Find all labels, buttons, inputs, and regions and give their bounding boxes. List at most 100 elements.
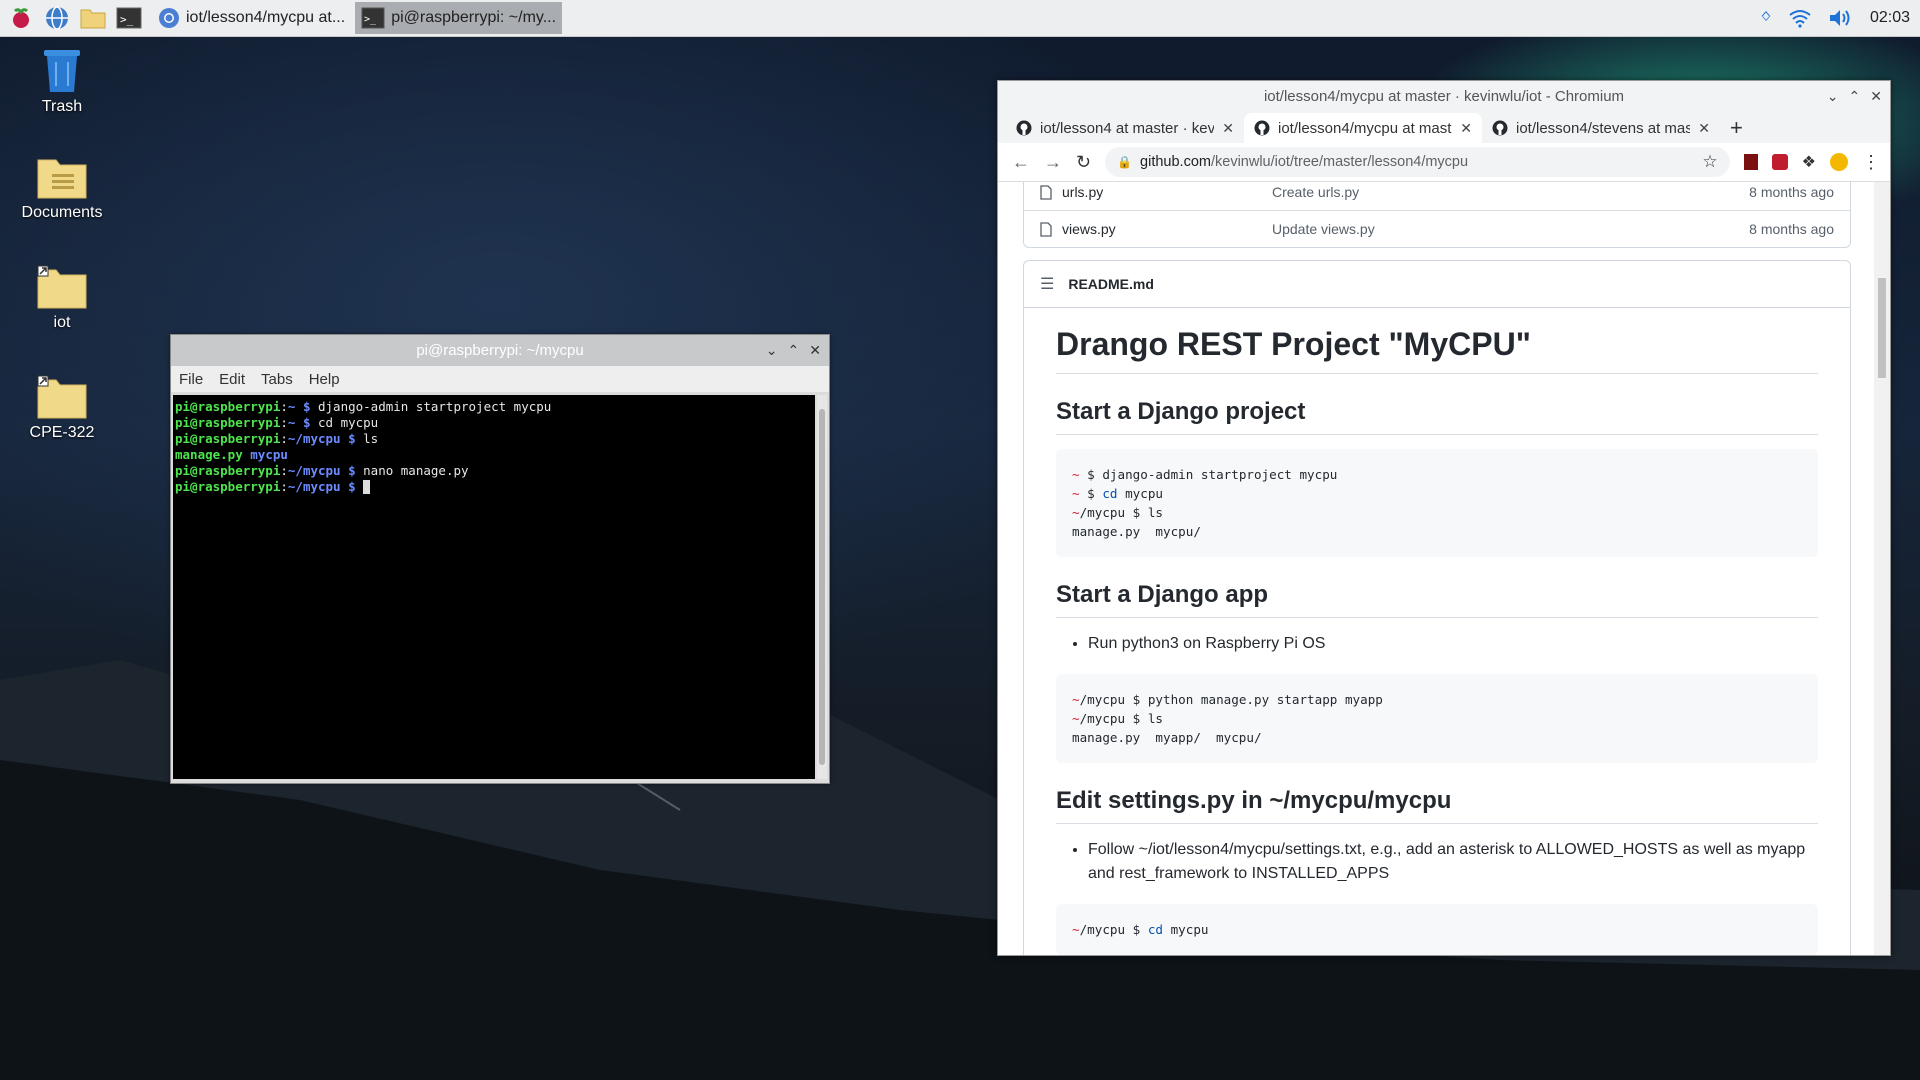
github-icon [1254, 120, 1270, 136]
text-cursor [363, 480, 371, 494]
tab-label: iot/lesson4 at master · kevinwlu/iot [1040, 119, 1215, 137]
taskbar-task-chromium[interactable]: iot/lesson4/mycpu at... [152, 2, 351, 34]
maximize-icon[interactable]: ⌃ [788, 342, 800, 359]
github-icon [1492, 120, 1508, 136]
desktop-icon-trash[interactable]: Trash [7, 44, 117, 116]
svg-text:>_: >_ [364, 14, 377, 25]
terminal-prompt-line: pi@raspberrypi:~/mycpu $ [175, 479, 815, 495]
desktop-icon-label: Documents [21, 204, 103, 221]
file-icon [1040, 184, 1052, 200]
new-tab-button[interactable]: + [1730, 113, 1743, 143]
task-label: iot/lesson4/mycpu at... [186, 9, 346, 26]
raspberry-menu-icon[interactable] [6, 3, 36, 33]
reload-icon[interactable]: ↻ [1076, 152, 1091, 173]
menu-tabs[interactable]: Tabs [253, 371, 301, 388]
tab-lesson4-mycpu[interactable]: iot/lesson4/mycpu at master · kevinwlu/i… [1244, 113, 1482, 143]
tab-lesson4[interactable]: iot/lesson4 at master · kevinwlu/iot ✕ [1006, 113, 1244, 143]
terminal-output: manage.py mycpu [175, 447, 288, 462]
extension-shield-icon[interactable] [1771, 154, 1788, 170]
taskbar-task-terminal[interactable]: >_ pi@raspberrypi: ~/my... [355, 2, 563, 34]
commit-message[interactable]: Update views.py [1272, 221, 1714, 237]
taskbar: >_ iot/lesson4/mycpu at... >_ pi@raspber… [0, 0, 1920, 37]
menu-help[interactable]: Help [301, 371, 348, 388]
chromium-window: iot/lesson4/mycpu at master · kevinwlu/i… [997, 80, 1891, 956]
close-icon[interactable]: ✕ [809, 342, 821, 359]
desktop-icon-iot[interactable]: iot [7, 264, 117, 332]
list-icon[interactable]: ☰ [1040, 274, 1054, 294]
terminal-titlebar[interactable]: pi@raspberrypi: ~/mycpu ⌄ ⌃ ✕ [171, 335, 829, 366]
folder-link-icon [37, 265, 87, 309]
terminal-scrollbar[interactable] [817, 395, 827, 779]
extension-pdf-icon[interactable] [1743, 154, 1758, 170]
github-icon [1016, 120, 1032, 136]
page-content: urls.py Create urls.py 8 months ago view… [998, 182, 1874, 955]
wifi-icon[interactable] [1788, 8, 1812, 28]
menu-kebab-icon[interactable]: ⋮ [1862, 152, 1890, 173]
back-icon[interactable]: ← [1012, 152, 1030, 173]
bookmark-star-icon[interactable]: ☆ [1702, 152, 1717, 172]
forward-icon[interactable]: → [1044, 152, 1062, 173]
menu-file[interactable]: File [171, 371, 211, 388]
file-manager-icon[interactable] [78, 3, 108, 33]
chromium-icon [159, 8, 179, 28]
terminal-launcher-icon[interactable]: >_ [114, 3, 144, 33]
section-heading: Start a Django app [1056, 581, 1818, 618]
chromium-titlebar[interactable]: iot/lesson4/mycpu at master · kevinwlu/i… [998, 81, 1890, 111]
lock-icon: 🔒 [1117, 155, 1133, 169]
file-icon [1040, 221, 1052, 237]
address-bar[interactable]: 🔒 github.com/kevinwlu/iot/tree/master/le… [1105, 147, 1730, 177]
window-title: pi@raspberrypi: ~/mycpu [416, 342, 584, 359]
terminal-window: pi@raspberrypi: ~/mycpu ⌄ ⌃ ✕ File Edit … [170, 334, 830, 784]
list-item: Follow ~/iot/lesson4/mycpu/settings.txt,… [1088, 838, 1818, 886]
file-name[interactable]: urls.py [1062, 184, 1103, 200]
url-host: github.com [1140, 154, 1211, 170]
commit-age: 8 months ago [1749, 221, 1834, 237]
page-scrollbar[interactable] [1874, 182, 1890, 955]
close-icon[interactable]: ✕ [1870, 88, 1882, 105]
maximize-icon[interactable]: ⌃ [1849, 88, 1861, 105]
web-browser-icon[interactable] [42, 3, 72, 33]
section-heading: Edit settings.py in ~/mycpu/mycpu [1056, 787, 1818, 824]
readme-title: Drango REST Project "MyCPU" [1056, 326, 1818, 374]
bullet-list: Follow ~/iot/lesson4/mycpu/settings.txt,… [1056, 838, 1818, 886]
tab-close-icon[interactable]: ✕ [1460, 120, 1472, 137]
readme-body: Drango REST Project "MyCPU" Start a Djan… [1024, 326, 1850, 955]
extensions-puzzle-icon[interactable]: ❖ [1802, 152, 1816, 172]
list-item: Run python3 on Raspberry Pi OS [1088, 632, 1818, 656]
terminal-line: pi@raspberrypi:~/mycpu $ ls [175, 431, 379, 446]
tab-close-icon[interactable]: ✕ [1698, 120, 1710, 137]
desktop-icon-label: Trash [41, 98, 83, 115]
extension-star-icon[interactable] [1830, 153, 1848, 171]
desktop-icon-documents[interactable]: Documents [7, 154, 117, 222]
terminal-icon: >_ [361, 7, 385, 29]
file-name[interactable]: views.py [1062, 221, 1116, 237]
menu-edit[interactable]: Edit [211, 371, 253, 388]
trash-icon [44, 50, 80, 92]
clock[interactable]: 02:03 [1870, 9, 1910, 27]
folder-icon [37, 159, 87, 199]
volume-icon[interactable] [1828, 8, 1854, 28]
desktop-icon-label: iot [53, 314, 71, 331]
scrollbar-thumb[interactable] [1878, 278, 1886, 378]
terminal-screen[interactable]: pi@raspberrypi:~ $ django-admin startpro… [173, 395, 815, 779]
terminal-menubar: File Edit Tabs Help [171, 366, 829, 392]
bluetooth-icon[interactable]: ᛜ [1760, 7, 1772, 30]
commit-message[interactable]: Create urls.py [1272, 184, 1714, 200]
file-row[interactable]: urls.py Create urls.py 8 months ago [1024, 182, 1850, 210]
tab-label: iot/lesson4/stevens at master · kevinwlu… [1516, 119, 1691, 137]
commit-age: 8 months ago [1749, 184, 1834, 200]
window-title: iot/lesson4/mycpu at master · kevinwlu/i… [1263, 87, 1625, 105]
readme-panel: ☰ README.md Drango REST Project "MyCPU" … [1023, 260, 1851, 955]
tab-lesson4-stevens[interactable]: iot/lesson4/stevens at master · kevinwlu… [1482, 113, 1720, 143]
code-block: ~ $ django-admin startproject mycpu ~ $ … [1056, 449, 1818, 557]
tab-close-icon[interactable]: ✕ [1222, 120, 1234, 137]
minimize-icon[interactable]: ⌄ [1827, 88, 1839, 105]
file-row[interactable]: views.py Update views.py 8 months ago [1024, 210, 1850, 247]
desktop-icon-cpe-322[interactable]: CPE-322 [7, 374, 117, 442]
readme-header: ☰ README.md [1024, 261, 1850, 308]
svg-text:>_: >_ [120, 13, 134, 26]
minimize-icon[interactable]: ⌄ [766, 342, 778, 359]
terminal-line: pi@raspberrypi:~ $ django-admin startpro… [175, 399, 552, 414]
tab-label: iot/lesson4/mycpu at master · kevinwlu/i… [1278, 119, 1452, 137]
code-block: ~/mycpu $ cd mycpu [1056, 904, 1818, 955]
